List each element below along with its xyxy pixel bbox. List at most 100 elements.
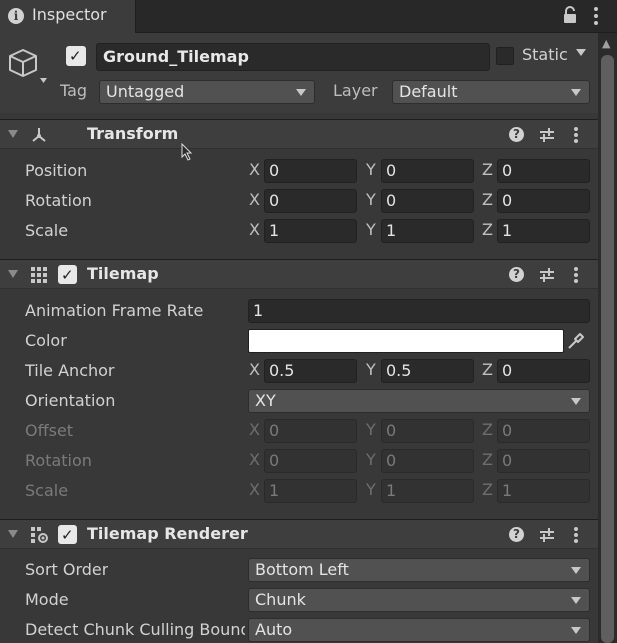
transform-header[interactable]: Transform ? [0,119,598,149]
culling-bounds-dropdown[interactable]: Auto [248,618,590,642]
tilemap-scale-y-field: 1 [381,479,474,503]
foldout-arrow-icon[interactable] [8,130,18,138]
z-axis-label: Z [482,480,493,499]
tag-dropdown[interactable]: Untagged [99,80,315,104]
scale-x-field[interactable]: 1 [264,219,357,243]
help-icon[interactable]: ? [509,527,524,542]
scale-label: Scale [25,221,69,240]
position-z-field[interactable]: 0 [497,159,590,183]
z-axis-label[interactable]: Z [482,160,493,179]
mode-dropdown[interactable]: Chunk [248,588,590,612]
z-axis-label[interactable]: Z [482,190,493,209]
help-icon[interactable]: ? [509,127,524,142]
offset-x-field: 0 [264,419,357,443]
tilemap-enabled-checkbox[interactable]: ✓ [58,265,77,284]
eyedropper-icon[interactable] [566,331,586,351]
info-icon: i [8,8,24,24]
color-swatch[interactable] [248,329,564,353]
tilemap-scale-z-field: 1 [497,479,590,503]
color-label: Color [25,331,67,350]
tilemap-header[interactable]: ✓ Tilemap ? [0,259,598,289]
animation-frame-rate-label: Animation Frame Rate [25,301,204,320]
x-axis-label[interactable]: X [249,160,260,179]
rotation-label: Rotation [25,191,92,210]
tilemap-renderer-icon [31,527,48,543]
position-y-field[interactable]: 0 [381,159,474,183]
kebab-menu-icon[interactable] [572,525,580,545]
tile-anchor-z-field[interactable]: 0 [497,359,590,383]
rotation-x-field[interactable]: 0 [264,189,357,213]
grid-icon [31,267,47,283]
x-axis-label: X [249,420,260,439]
gameobject-name-field[interactable]: Ground_Tilemap [96,43,490,71]
gameobject-header: ✓ Ground_Tilemap Static Tag Untagged Lay… [0,33,598,113]
tab-inspector[interactable]: i Inspector [0,0,136,33]
y-axis-label[interactable]: Y [366,190,376,209]
y-axis-label: Y [366,480,376,499]
tab-bar: i Inspector [0,0,617,33]
preset-sliders-icon[interactable] [539,266,555,284]
mouse-cursor-icon [181,143,193,161]
rotation-z-field[interactable]: 0 [497,189,590,213]
x-axis-label[interactable]: X [249,360,260,379]
foldout-arrow-icon[interactable] [8,270,18,278]
preset-sliders-icon[interactable] [539,526,555,544]
cube-icon[interactable] [7,46,47,86]
static-checkbox[interactable] [496,47,514,65]
kebab-menu-icon[interactable] [572,265,580,285]
position-x-field[interactable]: 0 [264,159,357,183]
kebab-menu-icon[interactable] [572,125,580,145]
x-axis-label: X [249,480,260,499]
sort-order-dropdown[interactable]: Bottom Left [248,558,590,582]
y-axis-label: Y [366,450,376,469]
orientation-dropdown[interactable]: XY [248,389,590,413]
tilemap-rotation-label: Rotation [25,451,92,470]
y-axis-label[interactable]: Y [366,160,376,179]
mode-value: Chunk [255,590,306,609]
checkmark-icon: ✓ [61,526,74,544]
x-axis-label[interactable]: X [249,220,260,239]
scale-z-field[interactable]: 1 [497,219,590,243]
y-axis-label[interactable]: Y [366,360,376,379]
static-dropdown-arrow-icon[interactable] [576,49,586,56]
tilemap-title: Tilemap [87,264,159,283]
lock-icon[interactable] [563,6,577,24]
transform-icon [32,128,46,142]
scroll-up-icon[interactable]: ▲ [602,37,610,50]
z-axis-label[interactable]: Z [482,360,493,379]
tilemap-scale-label: Scale [25,481,69,500]
orientation-row: Orientation XY [0,386,598,416]
tag-value: Untagged [106,82,185,101]
y-axis-label[interactable]: Y [366,220,376,239]
tag-label: Tag [60,81,88,100]
vertical-scrollbar[interactable]: ▲ [598,33,617,643]
tile-anchor-y-field[interactable]: 0.5 [381,359,474,383]
x-axis-label[interactable]: X [249,190,260,209]
chevron-down-icon [571,627,581,634]
foldout-arrow-icon[interactable] [8,530,18,538]
z-axis-label[interactable]: Z [482,220,493,239]
mode-label: Mode [25,590,69,609]
scroll-thumb[interactable] [601,55,614,643]
preset-sliders-icon[interactable] [539,126,555,144]
tilemap-renderer-header[interactable]: ✓ Tilemap Renderer ? [0,519,598,549]
animation-frame-rate-field[interactable]: 1 [248,299,590,323]
tilemap-scale-row: Scale X 1 Y 1 Z 1 [0,476,598,506]
tile-anchor-x-field[interactable]: 0.5 [264,359,357,383]
transform-scale-row: Scale X 1 Y 1 Z 1 [0,216,598,246]
checkmark-icon: ✓ [69,47,82,65]
scale-y-field[interactable]: 1 [381,219,474,243]
layer-dropdown[interactable]: Default [392,80,590,104]
transform-rotation-row: Rotation X 0 Y 0 Z 0 [0,186,598,216]
help-icon[interactable]: ? [509,267,524,282]
z-axis-label: Z [482,420,493,439]
active-checkbox[interactable]: ✓ [66,46,86,66]
kebab-menu-icon[interactable] [590,5,602,27]
position-label: Position [25,161,88,180]
rotation-y-field[interactable]: 0 [381,189,474,213]
offset-label: Offset [25,421,74,440]
orientation-value: XY [255,391,276,410]
tile-anchor-label: Tile Anchor [25,361,115,380]
checkmark-icon: ✓ [61,266,74,284]
tilemap-renderer-enabled-checkbox[interactable]: ✓ [58,525,77,544]
